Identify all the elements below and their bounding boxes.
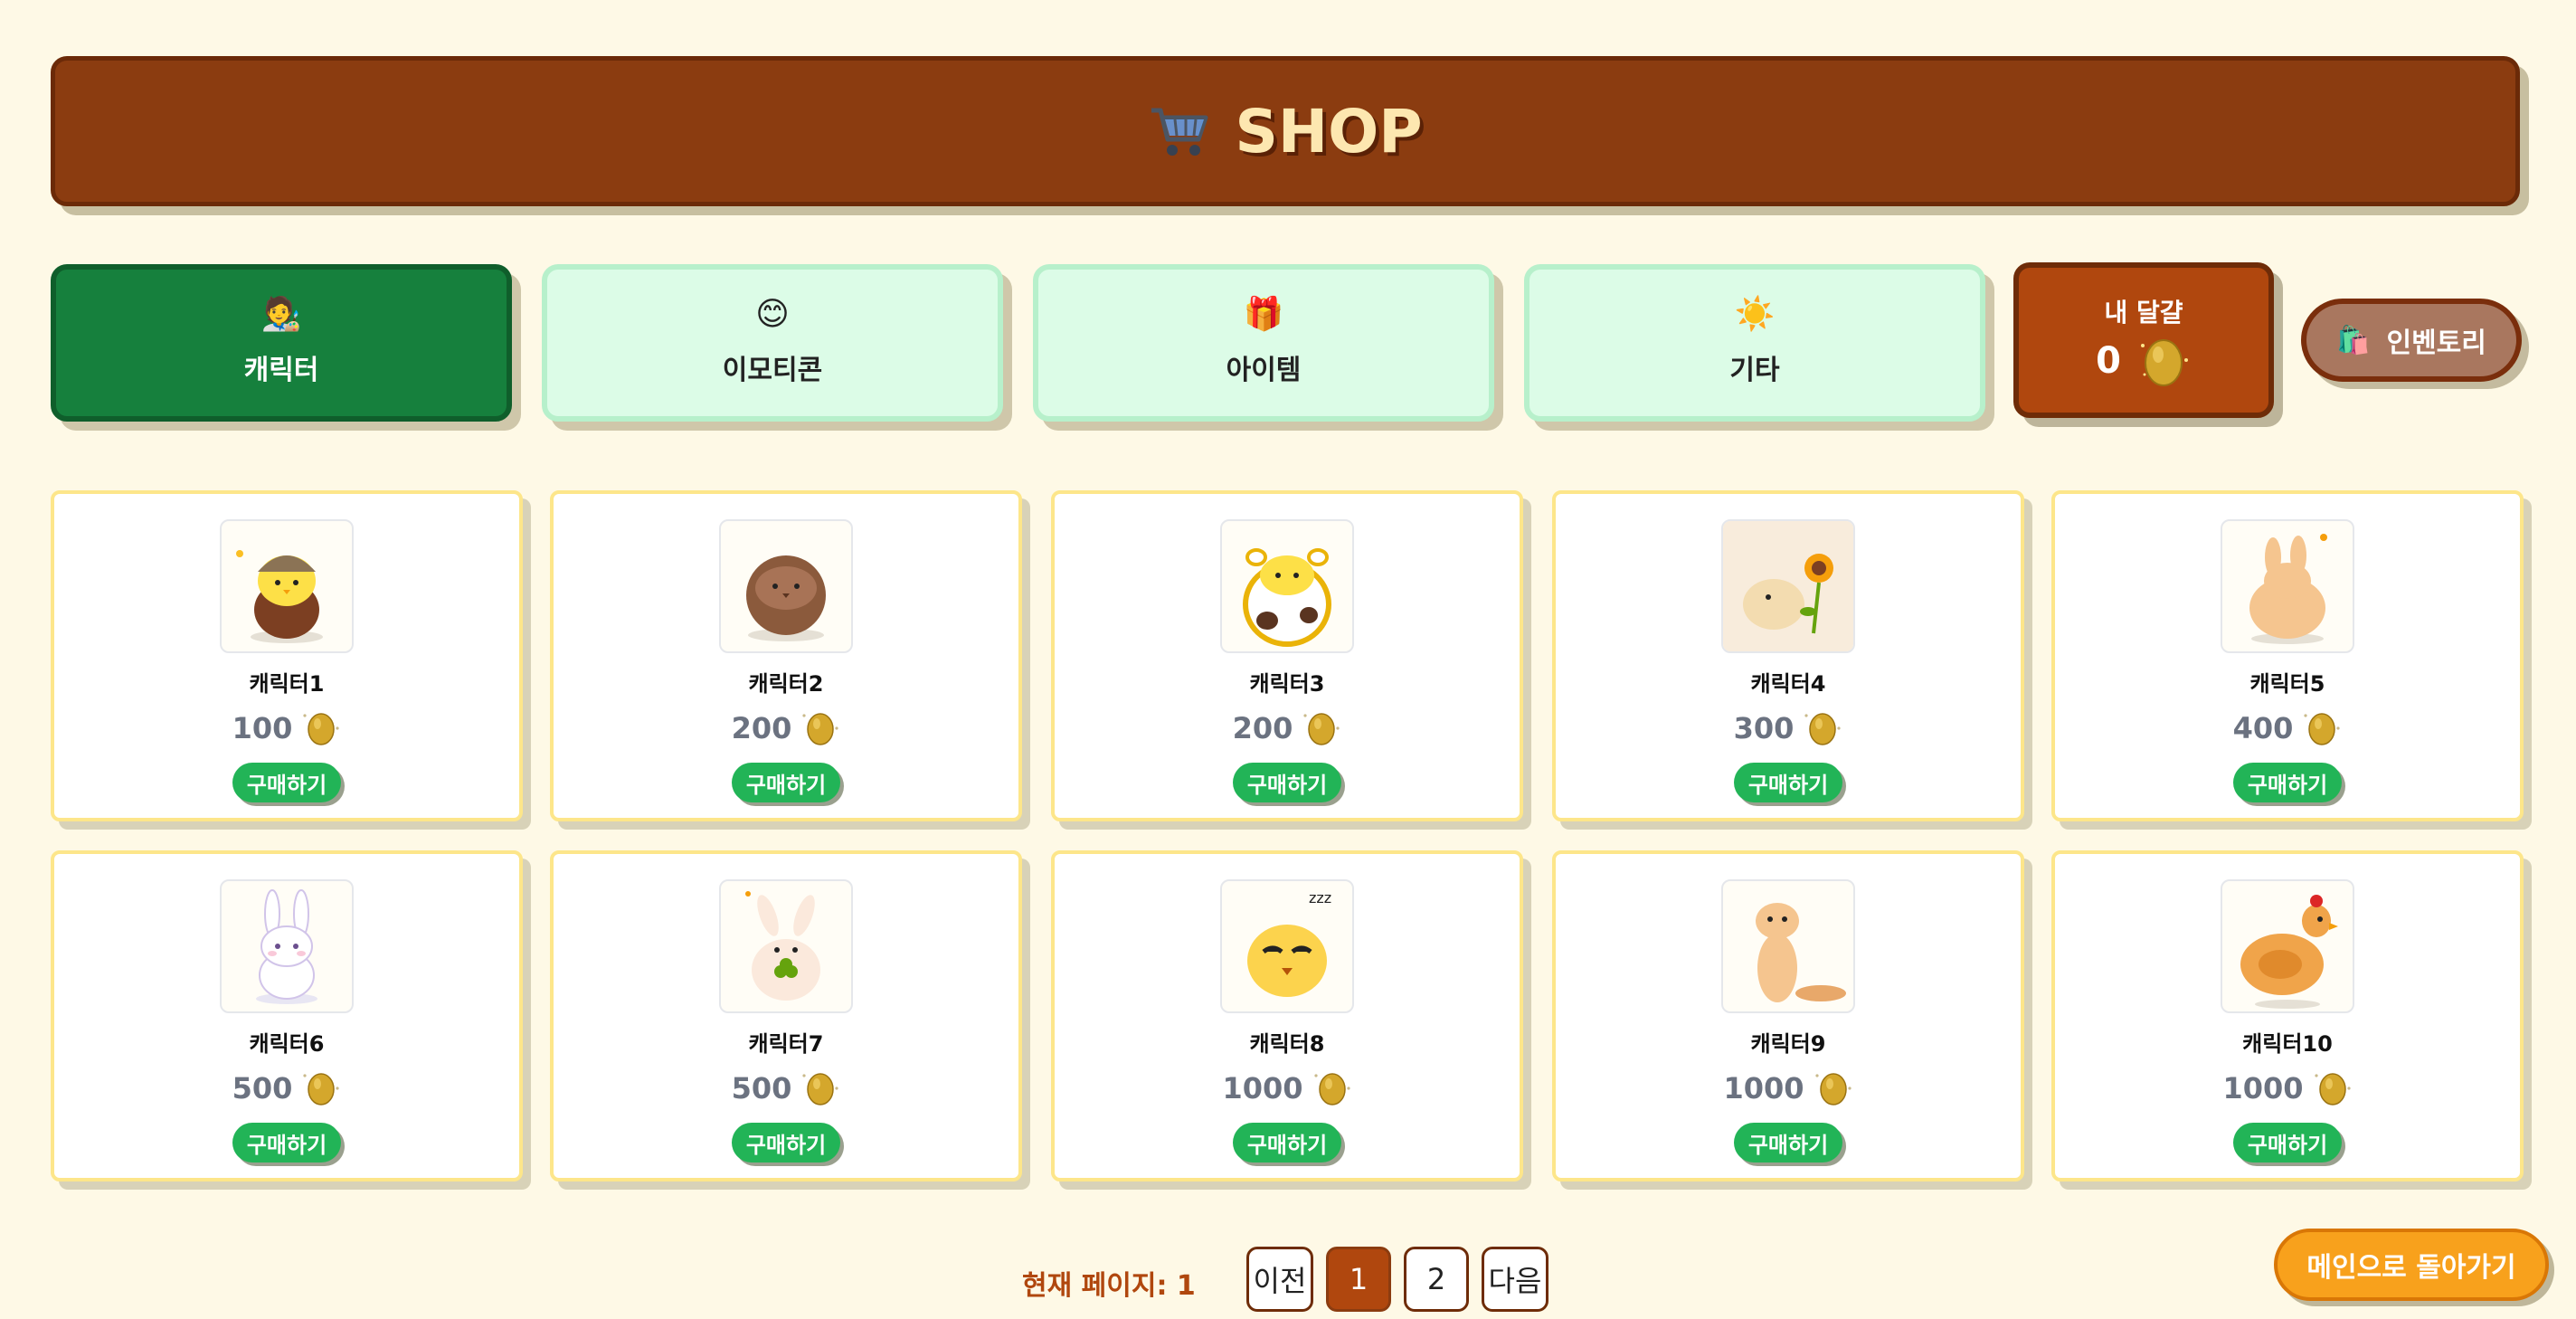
product-card: zzz 캐릭터8 1000 구매하기	[1051, 850, 1523, 1181]
character-thumbnail	[719, 519, 853, 653]
sun-icon: ☀️	[1734, 296, 1776, 333]
golden-egg-icon	[1814, 1070, 1853, 1106]
character-thumbnail	[719, 879, 853, 1013]
price-value: 500	[232, 1071, 293, 1105]
character-thumbnail	[2221, 879, 2354, 1013]
golden-egg-icon	[800, 710, 840, 746]
tab-character[interactable]: 🧑‍🎨 캐릭터	[51, 264, 512, 422]
product-card: 캐릭터5 400 구매하기	[2051, 490, 2524, 821]
product-card: 캐릭터10 1000 구매하기	[2051, 850, 2524, 1181]
shop-header: SHOP	[51, 56, 2520, 206]
price-value: 400	[2232, 711, 2294, 745]
tab-label: 기타	[1729, 355, 1780, 386]
golden-egg-icon	[2302, 710, 2342, 746]
product-name: 캐릭터7	[748, 1031, 824, 1057]
golden-egg-icon	[2136, 335, 2192, 387]
price-value: 1000	[1723, 1071, 1804, 1105]
product-name: 캐릭터2	[748, 671, 824, 697]
buy-button[interactable]: 구매하기	[232, 763, 341, 802]
tab-label: 캐릭터	[243, 355, 319, 386]
product-price: 200	[1233, 710, 1342, 746]
price-value: 1000	[1222, 1071, 1303, 1105]
character-thumbnail	[220, 879, 354, 1013]
buy-button[interactable]: 구매하기	[732, 763, 840, 802]
buy-button[interactable]: 구매하기	[732, 1123, 840, 1162]
egg-balance: 내 달걀 0	[2013, 262, 2274, 418]
gift-icon: 🎁	[1243, 296, 1284, 333]
character-thumbnail	[1721, 879, 1855, 1013]
next-page-button[interactable]: 다음	[1482, 1247, 1548, 1312]
buy-button[interactable]: 구매하기	[232, 1123, 341, 1162]
product-name: 캐릭터1	[249, 671, 325, 697]
product-price: 500	[732, 1070, 841, 1106]
product-name: 캐릭터10	[2242, 1031, 2333, 1057]
page-button-1[interactable]: 1	[1326, 1247, 1391, 1312]
product-name: 캐릭터3	[1249, 671, 1325, 697]
buy-button[interactable]: 구매하기	[1233, 763, 1341, 802]
egg-balance-label: 내 달걀	[2104, 298, 2183, 327]
price-value: 500	[731, 1071, 792, 1105]
tab-etc[interactable]: ☀️ 기타	[1524, 264, 1985, 422]
tab-label: 아이템	[1226, 355, 1302, 386]
golden-egg-icon	[2313, 1070, 2353, 1106]
product-name: 캐릭터8	[1249, 1031, 1325, 1057]
inventory-label: 인벤토리	[2386, 327, 2486, 359]
price-value: 300	[1733, 711, 1795, 745]
golden-egg-icon	[800, 1070, 840, 1106]
product-price: 1000	[1723, 1070, 1852, 1106]
shopping-cart-icon	[1148, 103, 1211, 159]
product-price: 200	[732, 710, 841, 746]
product-card: 캐릭터1 100 구매하기	[51, 490, 523, 821]
product-price: 400	[2233, 710, 2343, 746]
tab-item[interactable]: 🎁 아이템	[1033, 264, 1494, 422]
product-card: 캐릭터2 200 구매하기	[550, 490, 1022, 821]
product-price: 100	[232, 710, 342, 746]
product-price: 1000	[2222, 1070, 2352, 1106]
character-thumbnail	[1220, 519, 1354, 653]
price-value: 100	[232, 711, 293, 745]
product-name: 캐릭터6	[249, 1031, 325, 1057]
product-card: 캐릭터4 300 구매하기	[1552, 490, 2024, 821]
current-page-label: 현재 페이지: 1	[1022, 1270, 1196, 1302]
product-name: 캐릭터5	[2249, 671, 2325, 697]
page-button-2[interactable]: 2	[1404, 1247, 1469, 1312]
back-to-main-button[interactable]: 메인으로 돌아가기	[2274, 1229, 2549, 1301]
inventory-button[interactable]: 🛍️ 인벤토리	[2301, 299, 2522, 382]
tab-emoticon[interactable]: 😊 이모티콘	[542, 264, 1003, 422]
golden-egg-icon	[301, 1070, 341, 1106]
price-value: 200	[731, 711, 792, 745]
price-value: 1000	[2222, 1071, 2304, 1105]
product-name: 캐릭터9	[1750, 1031, 1826, 1057]
product-name: 캐릭터4	[1750, 671, 1826, 697]
price-value: 200	[1232, 711, 1293, 745]
prev-page-button[interactable]: 이전	[1246, 1247, 1313, 1312]
character-thumbnail: zzz	[1220, 879, 1354, 1013]
golden-egg-icon	[1312, 1070, 1352, 1106]
character-thumbnail	[2221, 519, 2354, 653]
buy-button[interactable]: 구매하기	[2233, 763, 2342, 802]
product-price: 300	[1734, 710, 1843, 746]
product-card: 캐릭터7 500 구매하기	[550, 850, 1022, 1181]
golden-egg-icon	[301, 710, 341, 746]
svg-text:zzz: zzz	[1309, 889, 1331, 906]
buy-button[interactable]: 구매하기	[1734, 763, 1842, 802]
character-thumbnail	[1721, 519, 1855, 653]
product-price: 1000	[1222, 1070, 1351, 1106]
golden-egg-icon	[1803, 710, 1842, 746]
product-card: 캐릭터9 1000 구매하기	[1552, 850, 2024, 1181]
tab-label: 이모티콘	[722, 355, 823, 386]
product-card: 캐릭터6 500 구매하기	[51, 850, 523, 1181]
product-price: 500	[232, 1070, 342, 1106]
egg-balance-count: 0	[2096, 340, 2121, 382]
smile-icon: 😊	[755, 296, 790, 333]
buy-button[interactable]: 구매하기	[1734, 1123, 1842, 1162]
artist-icon: 🧑‍🎨	[260, 296, 302, 333]
buy-button[interactable]: 구매하기	[2233, 1123, 2342, 1162]
product-card: 캐릭터3 200 구매하기	[1051, 490, 1523, 821]
character-thumbnail	[220, 519, 354, 653]
shopping-bag-icon: 🛍️	[2336, 324, 2371, 356]
buy-button[interactable]: 구매하기	[1233, 1123, 1341, 1162]
page-title: SHOP	[1235, 96, 1423, 166]
golden-egg-icon	[1302, 710, 1341, 746]
